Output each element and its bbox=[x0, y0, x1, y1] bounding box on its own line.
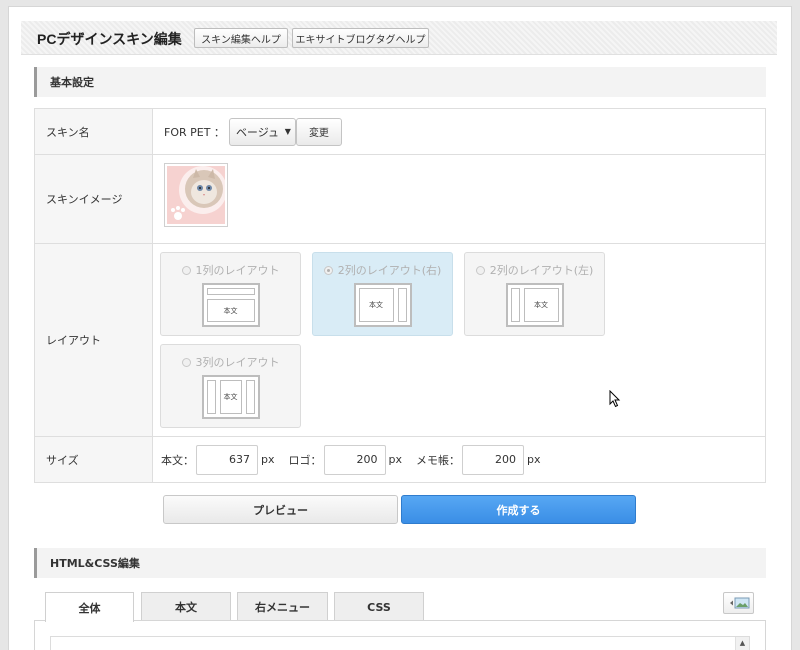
layout-option-2col-left[interactable]: 2列のレイアウト(左) 本文 bbox=[464, 252, 605, 336]
radio-2col-left[interactable] bbox=[475, 265, 485, 275]
body-block: 本文 bbox=[219, 380, 242, 414]
side-block bbox=[206, 380, 216, 414]
scroll-up-icon[interactable]: ▲ bbox=[740, 639, 745, 650]
tab-right-menu[interactable]: 右メニュー bbox=[237, 592, 328, 621]
page-title: PCデザインスキン編集 bbox=[37, 31, 182, 47]
chevron-down-icon: ▼ bbox=[284, 126, 291, 136]
image-icon bbox=[729, 597, 749, 609]
tab-all[interactable]: 全体 bbox=[45, 592, 134, 622]
layout-label: レイアウト bbox=[34, 243, 153, 437]
color-select-value: ベージュ bbox=[235, 125, 279, 139]
layout-option-1col[interactable]: 1列のレイアウト 本文 bbox=[160, 252, 301, 336]
html-css-title: HTML&CSS編集 bbox=[50, 557, 140, 570]
skin-thumbnail bbox=[164, 163, 228, 227]
body-block: 本文 bbox=[358, 288, 394, 322]
logo-width-label: ロゴ： bbox=[288, 453, 322, 467]
skin-name-value: FOR PET ： bbox=[164, 125, 225, 139]
logo-width-input[interactable]: 200 bbox=[323, 444, 386, 475]
skin-image-cell bbox=[152, 154, 766, 244]
size-label: サイズ bbox=[34, 436, 153, 483]
create-button[interactable]: 作成する bbox=[401, 495, 636, 524]
header-block bbox=[206, 288, 255, 295]
skin-name-label: スキン名 bbox=[34, 108, 153, 155]
layout-2col-left-diagram: 本文 bbox=[505, 283, 564, 327]
body-block: 本文 bbox=[206, 299, 255, 322]
body-width-label: 本文： bbox=[161, 453, 194, 467]
side-block bbox=[397, 288, 407, 322]
preview-button[interactable]: プレビュー bbox=[163, 495, 398, 524]
radio-2col-right[interactable] bbox=[323, 265, 333, 275]
image-insert-button[interactable] bbox=[723, 592, 754, 614]
memo-width-input[interactable]: 200 bbox=[462, 444, 524, 475]
side-block bbox=[510, 288, 520, 322]
radio-1col[interactable] bbox=[181, 265, 191, 275]
layout-option-2col-right[interactable]: 2列のレイアウト(右) 本文 bbox=[312, 252, 453, 336]
code-editor[interactable]: ▲ bbox=[50, 636, 750, 650]
body-width-input[interactable]: 637 bbox=[196, 444, 258, 475]
size-cell: 本文： 637 px ロゴ： 200 px メモ帳： 200 px bbox=[152, 436, 766, 483]
skin-image-label: スキンイメージ bbox=[34, 154, 153, 244]
body-width-unit: px bbox=[261, 453, 275, 466]
skin-preview-image bbox=[167, 166, 227, 224]
title-bar: PCデザインスキン編集 スキン編集ヘルプ エキサイトブログタグヘルプ bbox=[21, 21, 777, 55]
color-select[interactable]: ベージュ ▼ bbox=[228, 117, 296, 146]
basic-settings-title: 基本設定 bbox=[50, 76, 94, 89]
body-block: 本文 bbox=[523, 288, 559, 322]
memo-width-unit: px bbox=[527, 453, 541, 466]
radio-3col[interactable] bbox=[181, 357, 191, 367]
layout-3col-label: 3列のレイアウト bbox=[195, 356, 280, 369]
skin-name-cell: FOR PET ： ベージュ ▼ 変更 bbox=[152, 108, 766, 155]
blog-tag-help-button[interactable]: エキサイトブログタグヘルプ bbox=[292, 28, 429, 48]
logo-width-unit: px bbox=[388, 453, 403, 466]
layout-2col-right-diagram: 本文 bbox=[353, 283, 412, 327]
skin-edit-help-button[interactable]: スキン編集ヘルプ bbox=[194, 28, 288, 48]
side-block bbox=[245, 380, 255, 414]
change-button[interactable]: 変更 bbox=[295, 117, 342, 146]
memo-width-label: メモ帳： bbox=[416, 453, 460, 467]
tab-css[interactable]: CSS bbox=[334, 592, 424, 621]
layout-2col-right-label: 2列のレイアウト(右) bbox=[337, 264, 442, 277]
editor-panel: ▲ bbox=[34, 620, 766, 650]
html-css-heading: HTML&CSS編集 bbox=[34, 548, 766, 578]
layout-1col-diagram: 本文 bbox=[201, 283, 260, 327]
layout-3col-diagram: 本文 bbox=[201, 375, 260, 419]
tab-body[interactable]: 本文 bbox=[141, 592, 231, 621]
mouse-cursor-icon bbox=[609, 390, 621, 408]
basic-settings-heading: 基本設定 bbox=[34, 67, 766, 97]
layout-option-3col[interactable]: 3列のレイアウト 本文 bbox=[160, 344, 301, 428]
editor-scrollbar[interactable]: ▲ bbox=[735, 637, 749, 650]
layout-2col-left-label: 2列のレイアウト(左) bbox=[489, 264, 594, 277]
layout-1col-label: 1列のレイアウト bbox=[195, 264, 280, 277]
